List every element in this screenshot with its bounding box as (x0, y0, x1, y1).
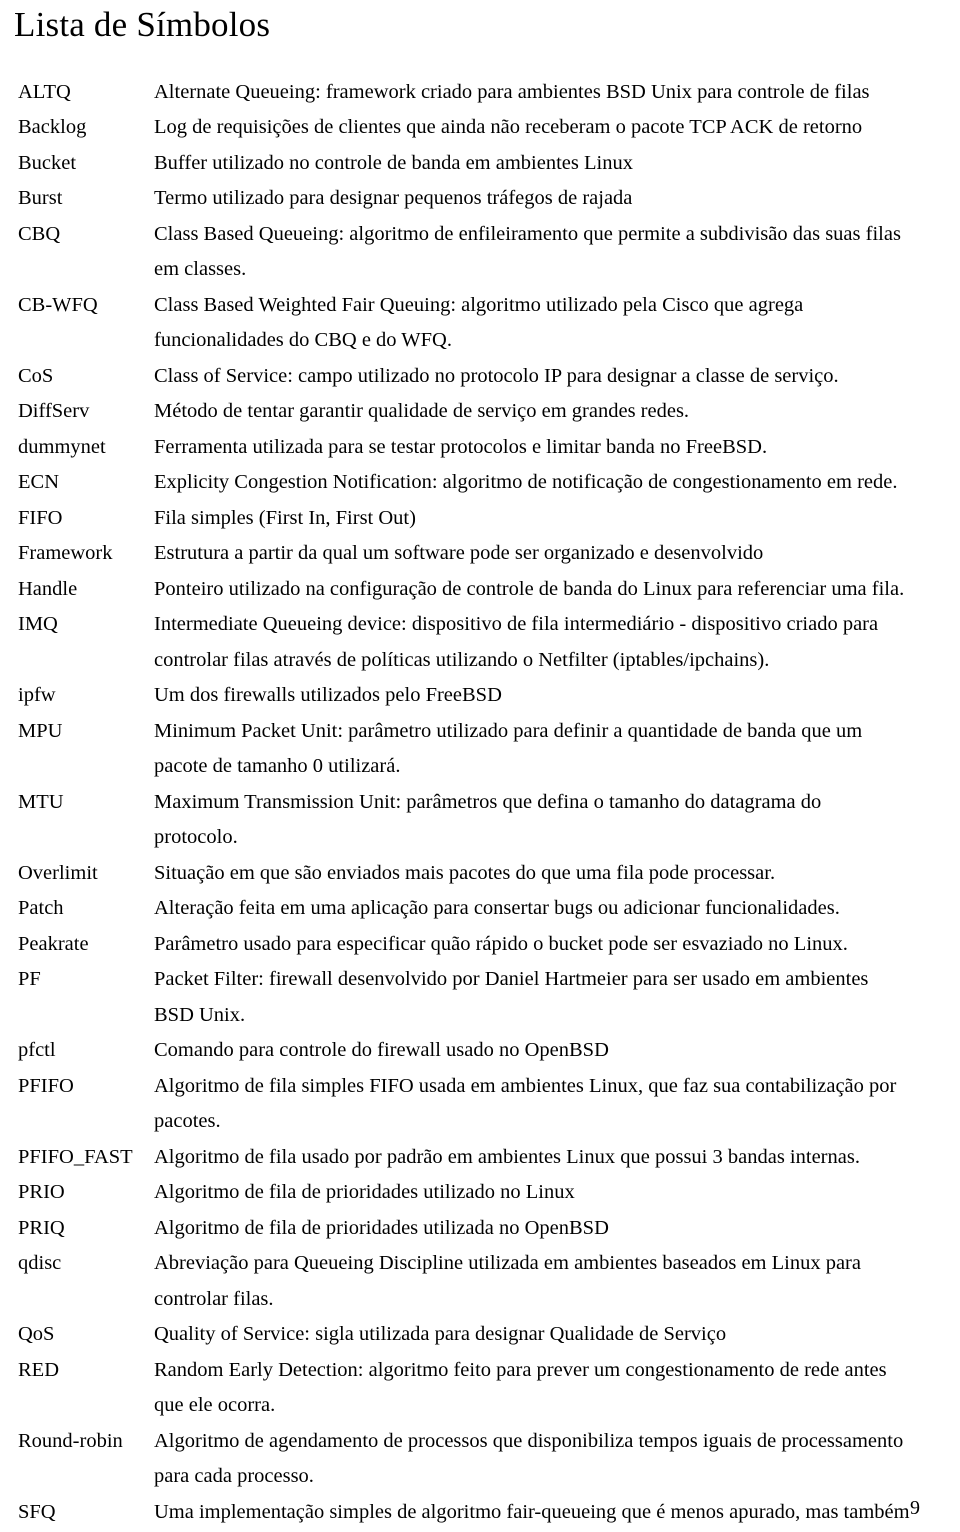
glossary-term: CoS (18, 364, 54, 387)
glossary-term: Round-robin (18, 1429, 123, 1452)
glossary-term: RED (18, 1358, 59, 1381)
glossary-term: pfctl (18, 1039, 56, 1061)
glossary-definition: Situação em que são enviados mais pacote… (154, 861, 776, 884)
glossary-term: IMQ (18, 613, 58, 635)
glossary-entry: CBQ Class Based Queueing: algoritmo de e… (14, 217, 920, 288)
glossary-definition: Algoritmo de agendamento de processos qu… (154, 1429, 904, 1488)
glossary-definition: Maximum Transmission Unit: parâmetros qu… (154, 790, 822, 849)
glossary-term: Backlog (18, 116, 87, 138)
glossary-term: CBQ (18, 222, 61, 245)
glossary-entry: QoS Quality of Service: sigla utilizada … (14, 1317, 920, 1353)
glossary-entry: Handle Ponteiro utilizado na configuraçã… (14, 572, 920, 608)
glossary-term: Peakrate (18, 932, 89, 955)
glossary-definition: Comando para controle do firewall usado … (154, 1039, 609, 1061)
glossary-entry: pfctl Comando para controle do firewall … (14, 1033, 920, 1069)
glossary-entry: ipfw Um dos firewalls utilizados pelo Fr… (14, 678, 920, 714)
glossary-definition: Class Based Queueing: algoritmo de enfil… (154, 222, 901, 281)
glossary-term: ipfw (18, 684, 56, 706)
glossary-entry: Patch Alteração feita em uma aplicação p… (14, 891, 920, 927)
glossary-entry: PF Packet Filter: firewall desenvolvido … (14, 962, 920, 1033)
page-title: Lista de Símbolos (14, 5, 271, 44)
glossary-term: dummynet (18, 435, 106, 458)
glossary-entry: PRIQ Algoritmo de fila de prioridades ut… (14, 1211, 920, 1247)
glossary-entry: CB-WFQ Class Based Weighted Fair Queuing… (14, 288, 920, 359)
glossary-entry: DiffServ Método de tentar garantir quali… (14, 394, 920, 430)
glossary-definition: Algoritmo de fila simples FIFO usada em … (154, 1074, 897, 1133)
glossary-term: Patch (18, 897, 64, 919)
glossary-entry: Bucket Buffer utilizado no controle de b… (14, 146, 920, 182)
glossary-entry: RED Random Early Detection: algoritmo fe… (14, 1353, 920, 1424)
glossary-term: Overlimit (18, 861, 98, 884)
glossary-term: SFQ (18, 1500, 56, 1523)
glossary-term: PRIQ (18, 1216, 65, 1239)
glossary-entry: PFIFO Algoritmo de fila simples FIFO usa… (14, 1069, 920, 1140)
glossary-definition: Algoritmo de fila de prioridades utiliza… (154, 1181, 575, 1203)
glossary-term: DiffServ (18, 400, 90, 422)
glossary-definition: Quality of Service: sigla utilizada para… (154, 1323, 727, 1345)
glossary-term: Handle (18, 577, 78, 600)
glossary-entry: qdisc Abreviação para Queueing Disciplin… (14, 1246, 920, 1317)
glossary-definition: Método de tentar garantir qualidade de s… (154, 400, 690, 422)
glossary-definition: Minimum Packet Unit: parâmetro utilizado… (154, 719, 863, 778)
glossary-entry: CoS Class of Service: campo utilizado no… (14, 359, 920, 395)
glossary-list: ALTQ Alternate Queueing: framework criad… (10, 75, 920, 1531)
glossary-term: Burst (18, 187, 63, 209)
glossary-definition: Uma implementação simples de algoritmo f… (154, 1500, 910, 1523)
glossary-term: CB-WFQ (18, 293, 98, 316)
glossary-entry: Burst Termo utilizado para designar pequ… (14, 181, 920, 217)
glossary-definition: Buffer utilizado no controle de banda em… (154, 151, 633, 174)
glossary-term: ECN (18, 471, 59, 493)
glossary-definition: Um dos firewalls utilizados pelo FreeBSD (154, 684, 502, 706)
glossary-definition: Alternate Queueing: framework criado par… (154, 80, 870, 103)
glossary-term: FIFO (18, 506, 63, 529)
glossary-definition: Explicity Congestion Notification: algor… (154, 471, 898, 493)
glossary-definition: Class Based Weighted Fair Queuing: algor… (154, 293, 804, 352)
glossary-term: Framework (18, 542, 113, 564)
glossary-term: ALTQ (18, 80, 71, 103)
glossary-entry: Backlog Log de requisições de clientes q… (14, 110, 920, 146)
glossary-entry: ALTQ Alternate Queueing: framework criad… (14, 75, 920, 111)
glossary-definition: Log de requisições de clientes que ainda… (154, 116, 863, 138)
document-page: Lista de Símbolos ALTQ Alternate Queuein… (0, 0, 960, 1532)
glossary-definition: Fila simples (First In, First Out) (154, 506, 416, 529)
glossary-definition: Estrutura a partir da qual um software p… (154, 542, 764, 564)
glossary-entry: MPU Minimum Packet Unit: parâmetro utili… (14, 714, 920, 785)
glossary-definition: Alteração feita em uma aplicação para co… (154, 897, 840, 919)
glossary-definition: Parâmetro usado para especificar quão rá… (154, 932, 848, 955)
glossary-definition: Ferramenta utilizada para se testar prot… (154, 435, 768, 458)
glossary-definition: Intermediate Queueing device: dispositiv… (154, 613, 879, 671)
glossary-entry: Overlimit Situação em que são enviados m… (14, 856, 920, 892)
glossary-definition: Abreviação para Queueing Discipline util… (154, 1252, 861, 1310)
glossary-definition: Termo utilizado para designar pequenos t… (154, 187, 633, 209)
page-number: 9 (910, 1497, 920, 1519)
glossary-entry: ECN Explicity Congestion Notification: a… (14, 465, 920, 501)
glossary-term: PRIO (18, 1181, 65, 1203)
glossary-definition: Ponteiro utilizado na configuração de co… (154, 577, 905, 600)
glossary-term: MTU (18, 790, 64, 813)
glossary-entry: IMQ Intermediate Queueing device: dispos… (14, 607, 920, 678)
glossary-definition: Algoritmo de fila de prioridades utiliza… (154, 1216, 609, 1239)
glossary-entry: Peakrate Parâmetro usado para especifica… (14, 927, 920, 963)
glossary-definition: Random Early Detection: algoritmo feito … (154, 1358, 887, 1417)
glossary-term: PF (18, 968, 41, 990)
glossary-term: QoS (18, 1323, 55, 1345)
glossary-term: PFIFO (18, 1074, 74, 1097)
glossary-entry: MTU Maximum Transmission Unit: parâmetro… (14, 785, 920, 856)
glossary-term: Bucket (18, 151, 77, 174)
glossary-entry: FIFO Fila simples (First In, First Out) (14, 501, 920, 537)
glossary-definition: Packet Filter: firewall desenvolvido por… (154, 968, 869, 1026)
glossary-definition: Algoritmo de fila usado por padrão em am… (154, 1145, 860, 1168)
glossary-entry: Round-robin Algoritmo de agendamento de … (14, 1424, 920, 1495)
glossary-term: PFIFO_FAST (18, 1145, 133, 1168)
glossary-definition: Class of Service: campo utilizado no pro… (154, 364, 839, 387)
glossary-term: MPU (18, 719, 63, 742)
glossary-entry: Framework Estrutura a partir da qual um … (14, 536, 920, 572)
glossary-entry: PRIO Algoritmo de fila de prioridades ut… (14, 1175, 920, 1211)
glossary-entry: PFIFO_FAST Algoritmo de fila usado por p… (14, 1140, 920, 1176)
glossary-term: qdisc (18, 1252, 62, 1274)
glossary-entry: dummynet Ferramenta utilizada para se te… (14, 430, 920, 466)
glossary-entry: SFQ Uma implementação simples de algorit… (14, 1495, 920, 1531)
